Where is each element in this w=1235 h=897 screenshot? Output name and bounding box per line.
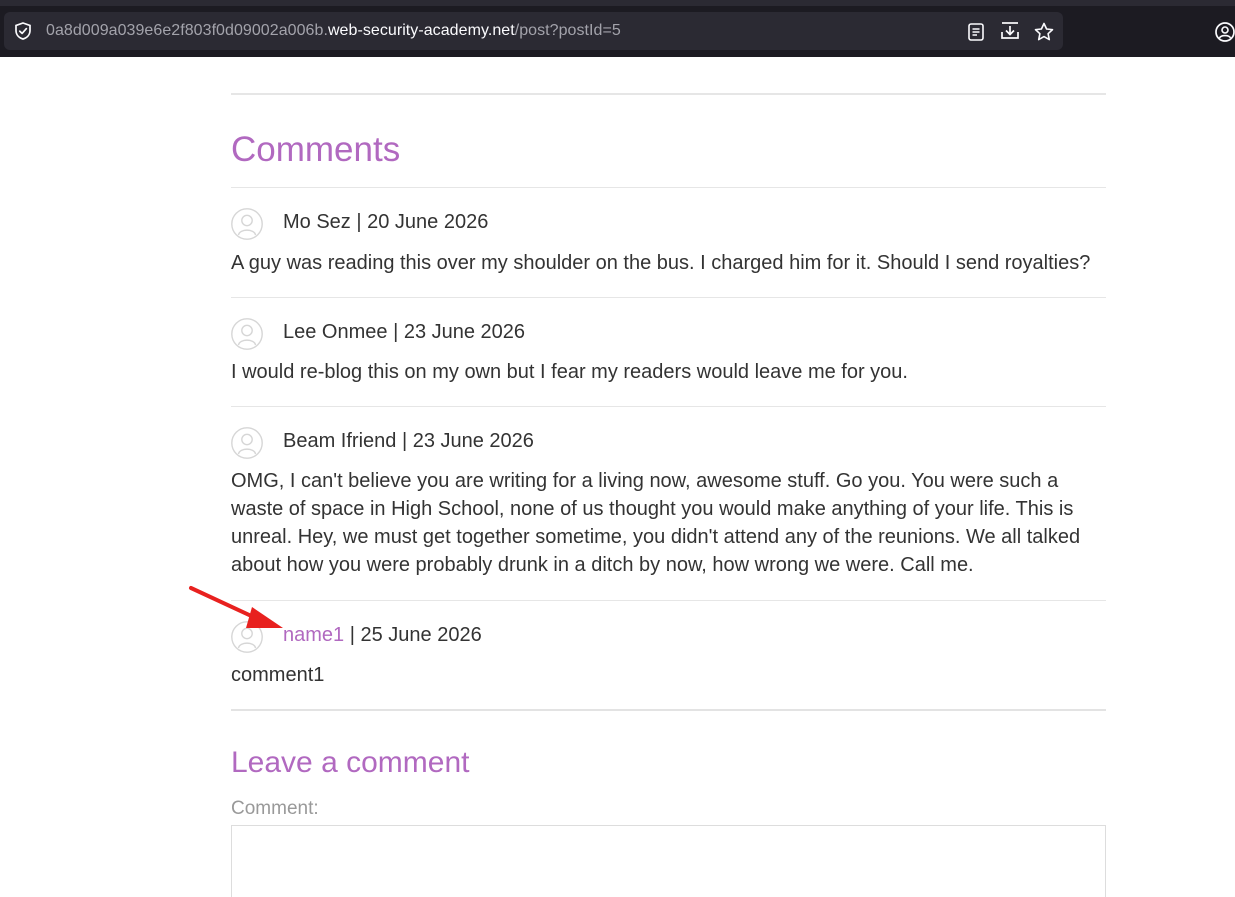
avatar-icon — [231, 318, 263, 350]
comment-text: comment1 — [231, 664, 325, 686]
avatar-icon — [231, 427, 263, 459]
comment-meta: Beam Ifriend | 23 June 2026 — [283, 430, 534, 452]
meta-separator: | — [396, 430, 413, 452]
reader-view-icon[interactable] — [965, 21, 987, 43]
address-bar[interactable]: 0a8d009a039e6e2f803f0d09002a006b.web-sec… — [4, 12, 1063, 50]
tab-strip — [0, 0, 1235, 6]
comment-date: 20 June 2026 — [367, 211, 489, 233]
divider — [231, 600, 1106, 601]
url-host: web-security-academy.net — [327, 22, 515, 39]
comment-text: A guy was reading this over my shoulder … — [231, 252, 1091, 274]
comment-meta: Lee Onmee | 23 June 2026 — [283, 321, 525, 343]
comment-field-label: Comment: — [231, 798, 319, 819]
download-icon[interactable] — [999, 20, 1021, 42]
comment-meta: name1 | 25 June 2026 — [283, 624, 482, 646]
star-icon[interactable] — [1033, 21, 1055, 43]
account-icon[interactable] — [1214, 21, 1235, 43]
meta-separator: | — [387, 321, 404, 343]
divider — [231, 93, 1106, 95]
comment-author: Beam Ifriend — [283, 430, 397, 452]
comment-date: 25 June 2026 — [360, 624, 482, 646]
comment-author: Mo Sez — [283, 211, 351, 233]
divider — [231, 297, 1106, 298]
browser-toolbar: 0a8d009a039e6e2f803f0d09002a006b.web-sec… — [0, 0, 1235, 57]
avatar-icon — [231, 208, 263, 240]
comment-text: OMG, I can't believe you are writing for… — [231, 470, 1081, 576]
leave-comment-heading: Leave a comment — [231, 746, 470, 779]
url-path: /post?postId=5 — [514, 22, 621, 39]
red-arrow-icon — [189, 586, 283, 628]
comments-heading: Comments — [231, 130, 401, 169]
url-subdomain: 0a8d009a039e6e2f803f0d09002a006b. — [46, 22, 328, 39]
meta-separator: | — [344, 624, 361, 646]
comment-author: Lee Onmee — [283, 321, 388, 343]
shield-check-icon[interactable] — [13, 21, 33, 41]
comment-author-link[interactable]: name1 — [283, 624, 344, 646]
comment-date: 23 June 2026 — [403, 321, 526, 343]
comment-meta: Mo Sez | 20 June 2026 — [283, 211, 488, 233]
comment-textarea[interactable] — [231, 825, 1106, 897]
url-text[interactable]: 0a8d009a039e6e2f803f0d09002a006b.web-sec… — [46, 23, 621, 39]
comment-date: 23 June 2026 — [412, 430, 534, 452]
meta-separator: | — [350, 211, 368, 233]
divider — [231, 187, 1106, 188]
divider — [231, 709, 1106, 711]
divider — [231, 406, 1106, 407]
comment-text: I would re-blog this on my own but I fea… — [231, 361, 908, 383]
